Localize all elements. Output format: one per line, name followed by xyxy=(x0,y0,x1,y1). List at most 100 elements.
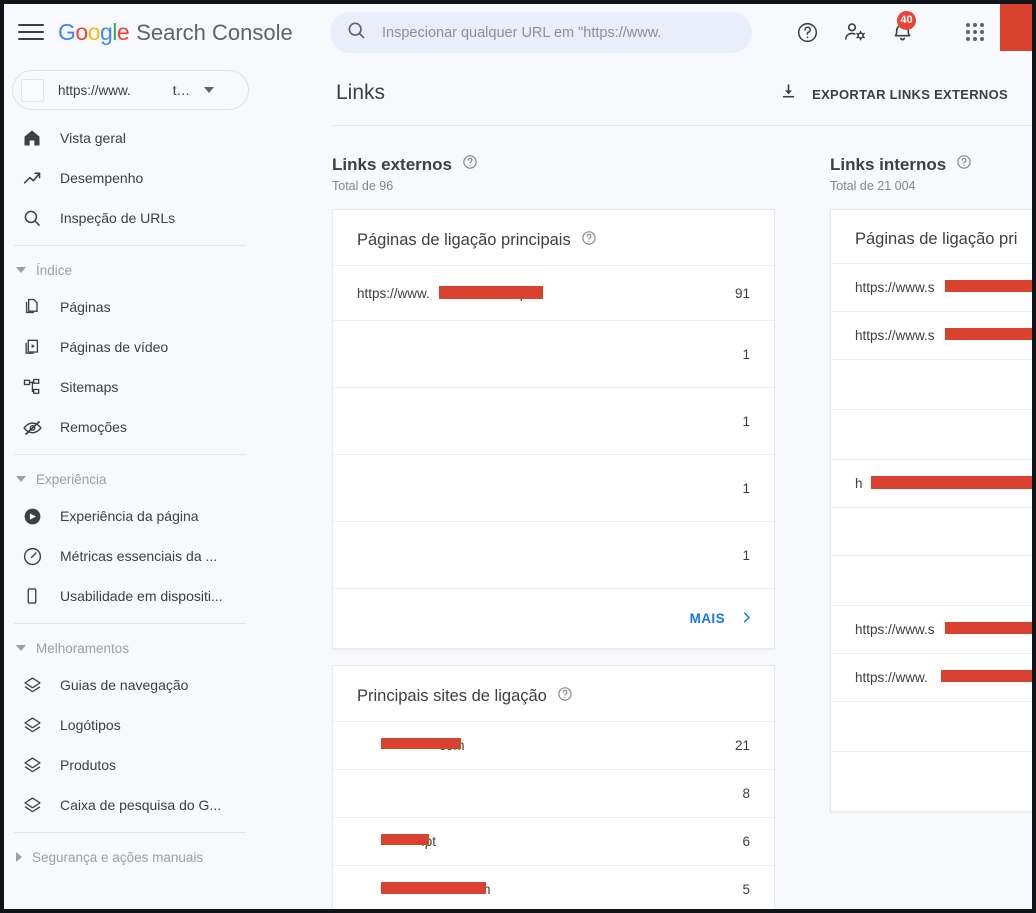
table-row[interactable]: com 21 xyxy=(333,721,774,769)
chevron-down-icon xyxy=(204,87,215,93)
table-row[interactable] xyxy=(831,409,1032,459)
sidebar-label: Usabilidade em dispositi... xyxy=(60,588,223,604)
pages-icon xyxy=(20,295,44,319)
search-icon xyxy=(346,20,366,45)
table-row[interactable]: https://www.pt/ 91 xyxy=(333,265,774,320)
table-row[interactable]: h xyxy=(831,459,1032,507)
table-row[interactable]: https://www.s xyxy=(831,605,1032,653)
help-icon[interactable] xyxy=(791,16,823,48)
card-title: Principais sites de ligação xyxy=(357,687,547,705)
card-title: Páginas de ligação pri xyxy=(855,230,1018,248)
table-row[interactable] xyxy=(831,555,1032,605)
sidebar-item-inspecao-de-urls[interactable]: Inspeção de URLs xyxy=(4,198,256,238)
help-icon[interactable] xyxy=(581,230,597,251)
table-row[interactable] xyxy=(831,507,1032,555)
hamburger-menu-icon[interactable] xyxy=(18,19,44,45)
sidebar-label: Desempenho xyxy=(60,170,144,186)
redaction-bar xyxy=(945,280,1032,292)
sidebar-group-label: Segurança e ações manuais xyxy=(32,849,204,865)
chevron-right-icon xyxy=(16,852,22,862)
help-icon[interactable] xyxy=(462,154,478,175)
sidebar-item-desempenho[interactable]: Desempenho xyxy=(4,158,256,198)
redaction-bar xyxy=(381,882,486,894)
mobile-device-icon xyxy=(20,584,44,608)
sidebar-group-seguranca[interactable]: Segurança e ações manuais xyxy=(4,840,256,874)
layers-icon xyxy=(20,673,44,697)
row-url: h xyxy=(855,476,1032,491)
eye-off-icon xyxy=(20,415,44,439)
sidebar-group-experiencia[interactable]: Experiência xyxy=(4,462,256,496)
links-columns: Links externos Total de 96 Páginas de li… xyxy=(256,126,1032,909)
sidebar-label: Páginas de vídeo xyxy=(60,339,169,355)
export-external-links-button[interactable]: EXPORTAR LINKS EXTERNOS xyxy=(779,82,1008,106)
video-pages-icon xyxy=(20,335,44,359)
card-title: Páginas de ligação principais xyxy=(357,231,571,249)
sidebar-label: Produtos xyxy=(60,757,117,773)
internal-links-column: Links internos Total de 21 004 Páginas d… xyxy=(830,154,1032,909)
sidebar-item-metricas-essenciais[interactable]: Métricas essenciais da ... xyxy=(4,536,256,576)
property-selector[interactable]: https://www. t… xyxy=(12,70,249,110)
table-row[interactable]: .pt 6 xyxy=(333,817,774,865)
table-row[interactable]: https://www.s xyxy=(831,263,1032,311)
page-experience-icon xyxy=(20,504,44,528)
url-inspection-search-bar[interactable] xyxy=(330,12,752,53)
row-site: .pt xyxy=(357,834,714,849)
chevron-down-icon xyxy=(16,267,26,273)
top-app-bar: Google Search Console Inspecionar qualqu… xyxy=(4,4,1032,60)
table-row[interactable] xyxy=(831,701,1032,751)
help-icon[interactable] xyxy=(956,154,972,175)
sidebar-group-melhoramentos[interactable]: Melhoramentos xyxy=(4,631,256,665)
table-row[interactable] xyxy=(831,359,1032,409)
sidebar-divider xyxy=(14,454,246,455)
row-count: 21 xyxy=(734,738,750,753)
sidebar-item-sitemaps[interactable]: Sitemaps xyxy=(4,367,256,407)
top-linking-sites-card: Principais sites de ligação com xyxy=(332,665,775,909)
sidebar-group-indice[interactable]: Índice xyxy=(4,253,256,287)
table-row[interactable]: 8 xyxy=(333,769,774,817)
table-row[interactable]: 1 xyxy=(333,521,774,588)
sidebar-item-produtos[interactable]: Produtos xyxy=(4,745,256,785)
sidebar-divider xyxy=(14,832,246,833)
redaction-bar xyxy=(439,285,543,299)
sidebar-item-vista-geral[interactable]: Vista geral xyxy=(4,118,256,158)
export-button-label: EXPORTAR LINKS EXTERNOS xyxy=(812,86,1008,102)
google-logo: Google xyxy=(58,18,130,45)
internal-top-linking-pages-card: Páginas de ligação pri https://www.s htt… xyxy=(830,209,1032,812)
account-settings-icon[interactable] xyxy=(839,16,871,48)
sidebar-item-experiencia-da-pagina[interactable]: Experiência da página xyxy=(4,496,256,536)
table-row[interactable]: com 5 xyxy=(333,865,774,909)
table-row[interactable]: https://www.s xyxy=(831,311,1032,359)
more-link[interactable]: MAIS xyxy=(690,610,754,628)
row-count: 91 xyxy=(734,285,750,301)
row-count: 1 xyxy=(742,346,750,362)
apps-grid-icon[interactable] xyxy=(959,16,991,48)
sidebar-item-logotipos[interactable]: Logótipos xyxy=(4,705,256,745)
sidebar-item-usabilidade-dispositivos[interactable]: Usabilidade em dispositi... xyxy=(4,576,256,616)
sidebar-item-remocoes[interactable]: Remoções xyxy=(4,407,256,447)
sidebar-group-label: Experiência xyxy=(36,471,107,487)
trending-up-icon xyxy=(20,166,44,190)
sidebar-item-caixa-de-pesquisa[interactable]: Caixa de pesquisa do G... xyxy=(4,785,256,825)
external-links-column: Links externos Total de 96 Páginas de li… xyxy=(332,154,802,909)
sidebar-item-guias-de-navegacao[interactable]: Guias de navegação xyxy=(4,665,256,705)
help-icon[interactable] xyxy=(557,686,573,707)
table-row[interactable]: 1 xyxy=(333,320,774,387)
card-footer: MAIS xyxy=(333,588,774,648)
notifications-bell-icon[interactable]: 40 xyxy=(886,11,918,48)
download-icon xyxy=(779,82,798,106)
row-site: com xyxy=(357,738,714,753)
row-site: com xyxy=(357,882,714,897)
sidebar-item-paginas-de-video[interactable]: Páginas de vídeo xyxy=(4,327,256,367)
row-count: 1 xyxy=(742,547,750,563)
table-row[interactable]: 1 xyxy=(333,387,774,454)
sidebar-label: Experiência da página xyxy=(60,508,199,524)
sidebar-divider xyxy=(14,623,246,624)
sidebar-label: Vista geral xyxy=(60,130,126,146)
sidebar-item-paginas[interactable]: Páginas xyxy=(4,287,256,327)
search-input[interactable] xyxy=(382,24,732,41)
core-vitals-gauge-icon xyxy=(20,544,44,568)
avatar[interactable] xyxy=(1000,4,1032,51)
table-row[interactable]: https://www. xyxy=(831,653,1032,701)
redaction-bar xyxy=(381,738,461,749)
table-row[interactable]: 1 xyxy=(333,454,774,521)
